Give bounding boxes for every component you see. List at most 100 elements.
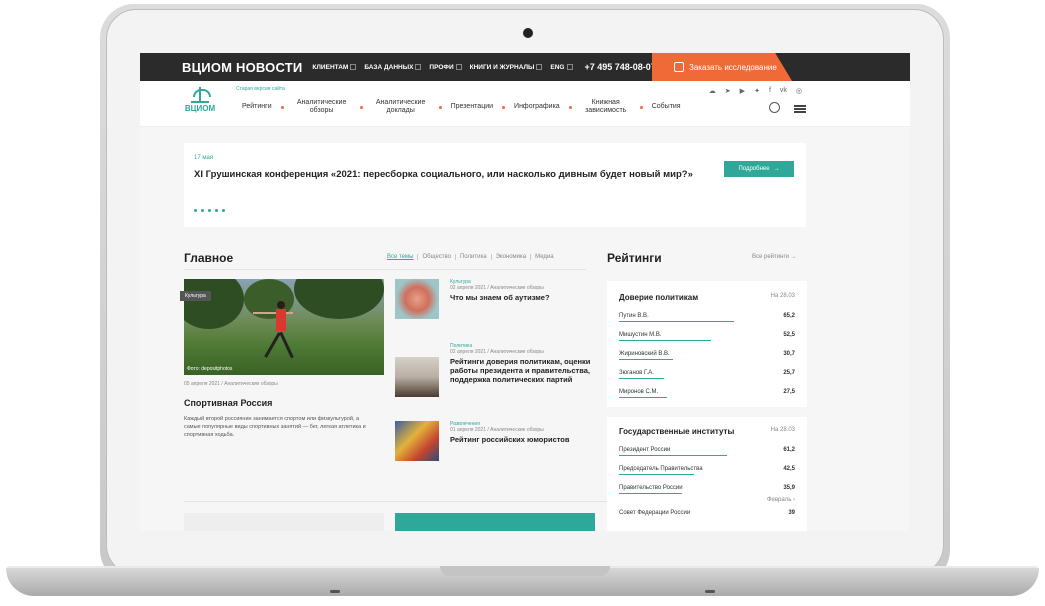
tree-logo-icon: [191, 87, 211, 103]
top-nav-item[interactable]: КЛИЕНТАМ: [312, 63, 357, 71]
card-thumbnail[interactable]: [395, 421, 439, 461]
camera-icon: [523, 28, 533, 38]
all-ratings-link[interactable]: Все рейтинги →: [752, 254, 797, 260]
carousel-dot[interactable]: [208, 209, 211, 212]
ratings-header: Доверие политикам На 28.03: [619, 293, 795, 302]
menu-item[interactable]: Аналитические доклады: [372, 99, 430, 115]
square-icon: [536, 63, 543, 70]
details-button[interactable]: Подробнее →: [724, 161, 794, 177]
top-nav-item[interactable]: БАЗА ДАННЫХ: [364, 64, 422, 71]
top-nav-item[interactable]: КНИГИ И ЖУРНАЛЫ: [470, 64, 543, 71]
filter-tab[interactable]: Медиа: [531, 254, 557, 260]
dot-icon: [502, 105, 506, 109]
dot-icon: [568, 105, 572, 109]
cloud-icon[interactable]: ☁: [709, 87, 716, 95]
dot-icon: [280, 105, 284, 109]
rating-row[interactable]: Председатель Правительства 42,5: [607, 459, 807, 478]
athlete-figure: [253, 301, 294, 361]
card-title[interactable]: Рейтинги доверия политикам, оценки работ…: [450, 357, 592, 384]
bottom-block: [184, 513, 384, 531]
menu-icon[interactable]: [794, 105, 806, 113]
menu-item[interactable]: Аналитические обзоры: [293, 99, 351, 115]
rating-row[interactable]: Миронов С.М. 27,5: [607, 382, 807, 401]
filter-tab[interactable]: Экономика: [492, 254, 532, 260]
old-version-link[interactable]: Старая версия сайта: [236, 86, 285, 92]
card-thumbnail[interactable]: [395, 279, 439, 319]
laptop-foot: [330, 590, 340, 593]
rating-bar: [619, 454, 727, 456]
bottom-block: [395, 513, 595, 531]
carousel-dot[interactable]: [222, 209, 225, 212]
banner-date: 17 мая: [194, 155, 214, 161]
section-title-main: Главное: [184, 251, 234, 265]
rating-bar: [619, 377, 665, 379]
dot-icon: [438, 105, 442, 109]
carousel-dot[interactable]: [201, 209, 204, 212]
search-icon[interactable]: [769, 102, 780, 113]
card-meta: 02 апреля 2021 / Аналитические обзоры: [450, 285, 544, 291]
menu-item[interactable]: События: [652, 103, 681, 111]
main-nav: ВЦИОМ Старая версия сайта Рейтинги Анали…: [140, 81, 910, 127]
divider: [184, 269, 586, 270]
square-icon: [350, 63, 357, 70]
category-tag[interactable]: Культура: [180, 291, 211, 301]
menu: Рейтинги Аналитические обзоры Аналитичес…: [236, 99, 687, 115]
article-meta: 05 апреля 2021 / Аналитические обзоры: [184, 381, 278, 387]
document-icon: [674, 62, 684, 72]
logo[interactable]: ВЦИОМ: [182, 87, 218, 113]
ratings-institutes-box: Государственные институты На 28.03 Прези…: [607, 417, 807, 531]
square-icon: [566, 63, 573, 70]
card-title[interactable]: Что мы знаем об аутизме?: [450, 293, 592, 302]
arrow-right-icon: →: [773, 166, 780, 172]
ratings-trust-box: Доверие политикам На 28.03 Путин В.В. 65,…: [607, 281, 807, 407]
top-nav: КЛИЕНТАМ БАЗА ДАННЫХ ПРОФИ КНИГИ И ЖУРНА…: [308, 64, 576, 71]
menu-item[interactable]: Инфографика: [514, 103, 560, 111]
filter-tab[interactable]: Общество: [418, 254, 456, 260]
card-title[interactable]: Рейтинг российских юмористов: [450, 435, 592, 444]
twitter-icon[interactable]: ✦: [754, 87, 760, 95]
vk-icon[interactable]: vk: [780, 87, 787, 95]
photo-credit: Фото: depositphotos: [187, 366, 233, 372]
dot-icon: [359, 105, 363, 109]
filter-tab[interactable]: Все темы: [383, 254, 419, 260]
banner-title[interactable]: XI Грушинская конференция «2021: пересбо…: [194, 169, 693, 180]
facebook-icon[interactable]: f: [769, 87, 771, 95]
rating-bar: [619, 320, 734, 322]
menu-item[interactable]: Рейтинги: [242, 103, 272, 111]
rating-row[interactable]: Мишустин М.В. 52,5: [607, 325, 807, 344]
top-bar: ВЦИОМ НОВОСТИ КЛИЕНТАМ БАЗА ДАННЫХ ПРОФИ…: [140, 53, 910, 81]
card-thumbnail[interactable]: [395, 357, 439, 397]
rating-bar: [619, 358, 674, 360]
laptop-foot: [705, 590, 715, 593]
rating-row[interactable]: Президент России 61,2: [607, 440, 807, 459]
brand-title[interactable]: ВЦИОМ НОВОСТИ: [182, 60, 302, 75]
rating-row[interactable]: Правительство России 35,9: [607, 478, 807, 497]
rating-row[interactable]: Жириновский В.В. 30,7: [607, 344, 807, 363]
rating-row[interactable]: Совет Федерации России 39: [607, 503, 807, 522]
rating-row[interactable]: Путин В.В. 65,2: [607, 306, 807, 325]
article-description: Каждый второй россиянин занимается спорт…: [184, 416, 366, 438]
card-meta: 02 апреля 2021 / Аналитические обзоры: [450, 349, 544, 355]
phone-number[interactable]: +7 495 748-08-07: [585, 62, 656, 72]
article-title[interactable]: Спортивная Россия: [184, 398, 272, 408]
topic-filters: Все темы Общество Политика Экономика Мед…: [383, 254, 558, 260]
telegram-icon[interactable]: ➤: [725, 87, 731, 95]
social-links: ☁ ➤ ▶ ✦ f vk ◎: [709, 87, 802, 95]
square-icon: [455, 63, 462, 70]
order-research-button[interactable]: Заказать исследование: [652, 53, 792, 81]
instagram-icon[interactable]: ◎: [796, 87, 802, 95]
carousel-dot[interactable]: [215, 209, 218, 212]
filter-tab[interactable]: Политика: [456, 254, 492, 260]
youtube-icon[interactable]: ▶: [740, 87, 745, 95]
article-image[interactable]: [184, 279, 384, 375]
menu-item[interactable]: Презентации: [451, 103, 493, 111]
carousel-dots: [194, 209, 225, 212]
top-nav-item[interactable]: ENG: [550, 63, 573, 71]
top-nav-item[interactable]: ПРОФИ: [429, 63, 462, 71]
event-banner: 17 мая XI Грушинская конференция «2021: …: [184, 143, 806, 227]
carousel-dot[interactable]: [194, 209, 197, 212]
menu-item[interactable]: Книжная зависимость: [581, 99, 631, 115]
rating-row[interactable]: Зюганов Г.А. 25,7: [607, 363, 807, 382]
card-meta: 01 апреля 2021 / Аналитические обзоры: [450, 427, 544, 433]
rating-bar: [619, 396, 668, 398]
